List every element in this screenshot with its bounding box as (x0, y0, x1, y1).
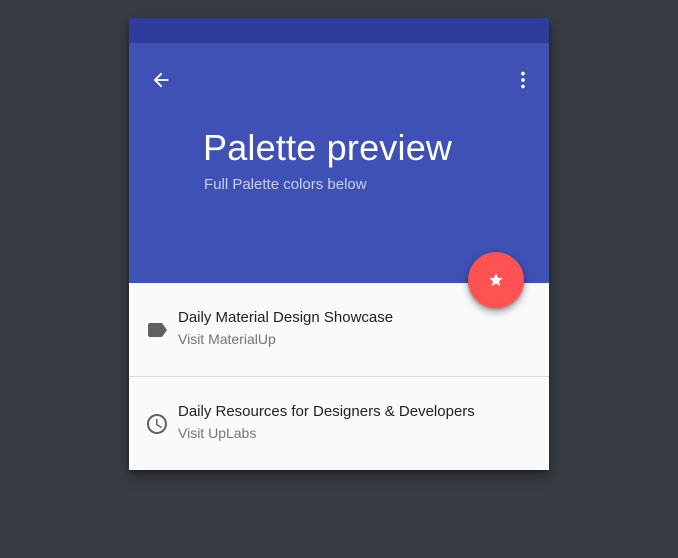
list-item-title: Daily Material Design Showcase (178, 309, 394, 326)
clock-icon (147, 414, 167, 434)
list-item-title: Daily Resources for Designers & Develope… (178, 403, 475, 420)
list-item-subtitle: Visit UpLabs (178, 425, 257, 441)
arrow-back-icon (153, 72, 169, 88)
page-subtitle: Full Palette colors below (204, 176, 367, 193)
list-item-uplabs[interactable]: Daily Resources for Designers & Develope… (129, 376, 549, 470)
star-icon (489, 273, 503, 286)
back-button[interactable] (143, 62, 179, 98)
link-list: Daily Material Design Showcase Visit Mat… (129, 283, 549, 470)
more-options-button[interactable] (505, 62, 541, 98)
favorite-fab-button[interactable] (468, 252, 524, 308)
status-bar (129, 18, 549, 43)
label-tag-icon (148, 323, 167, 337)
more-vert-icon (521, 71, 525, 89)
app-card: Palette preview Full Palette colors belo… (129, 18, 549, 470)
app-header: Palette preview Full Palette colors belo… (129, 43, 549, 283)
list-item-subtitle: Visit MaterialUp (178, 331, 276, 347)
page-title: Palette preview (203, 127, 453, 168)
